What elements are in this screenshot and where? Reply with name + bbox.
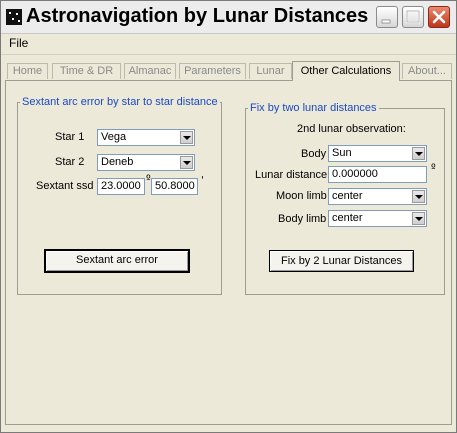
ssd-minutes-input[interactable]: 50.8000: [151, 178, 198, 195]
maximize-icon: [405, 9, 421, 24]
body-value: Sun: [332, 147, 352, 159]
body-label: Body: [301, 148, 327, 160]
menu-file[interactable]: File: [9, 36, 28, 50]
body-limb-label: Body limb: [278, 213, 327, 225]
star2-value: Deneb: [101, 156, 134, 168]
tab-other-calculations[interactable]: Other Calculations: [292, 61, 400, 81]
second-observation-label: 2nd lunar observation:: [297, 123, 406, 135]
tab-parameters[interactable]: Parameters: [179, 63, 246, 79]
star1-label: Star 1: [55, 131, 85, 143]
chevron-down-icon: [412, 190, 425, 203]
chevron-down-icon: [180, 131, 193, 144]
moon-limb-select[interactable]: center: [328, 188, 427, 205]
star2-select[interactable]: Deneb: [97, 154, 195, 171]
minute-symbol: ': [201, 175, 204, 186]
sextant-arc-error-button[interactable]: Sextant arc error: [44, 249, 190, 273]
star1-value: Vega: [101, 131, 127, 143]
star2-label: Star 2: [55, 156, 85, 168]
minimize-button[interactable]: [376, 6, 398, 28]
moon-limb-value: center: [332, 190, 363, 202]
degree-symbol: º: [146, 174, 151, 185]
app-window: Astronavigation by Lunar Distances File …: [0, 0, 457, 433]
tab-strip: Home Time & DR Almanac Parameters Lunar …: [1, 61, 456, 81]
tab-about[interactable]: About...: [402, 63, 452, 79]
window-title: Astronavigation by Lunar Distances: [26, 5, 369, 27]
sextant-ssd-label: Sextant ssd: [36, 180, 94, 192]
tab-almanac[interactable]: Almanac: [124, 63, 176, 79]
maximize-button[interactable]: [402, 6, 424, 28]
fix-group-legend: Fix by two lunar distances: [250, 102, 377, 114]
other-calculations-panel: Sextant arc error by star to star distan…: [5, 80, 452, 425]
chevron-down-icon: [412, 147, 425, 160]
minimize-icon: [381, 19, 391, 24]
menu-bar: File: [1, 34, 456, 55]
moon-limb-label: Moon limb: [276, 190, 327, 202]
close-button[interactable]: [428, 6, 450, 28]
chevron-down-icon: [412, 212, 425, 225]
body-limb-value: center: [332, 212, 363, 224]
body-limb-select[interactable]: center: [328, 210, 427, 227]
app-icon: [6, 9, 22, 25]
sextant-group-legend: Sextant arc error by star to star distan…: [22, 96, 218, 108]
tab-lunar[interactable]: Lunar: [249, 63, 292, 79]
degree-symbol: º: [431, 163, 436, 174]
body-select[interactable]: Sun: [328, 145, 427, 162]
title-bar[interactable]: Astronavigation by Lunar Distances: [1, 1, 456, 34]
ssd-degrees-input[interactable]: 23.0000: [97, 178, 145, 195]
tab-home[interactable]: Home: [7, 63, 48, 79]
chevron-down-icon: [180, 156, 193, 169]
lunar-distance-label: Lunar distance: [255, 169, 328, 181]
close-icon: [432, 10, 446, 24]
fix-by-two-lunars-button[interactable]: Fix by 2 Lunar Distances: [269, 250, 414, 272]
lunar-distance-input[interactable]: 0.000000: [328, 166, 427, 183]
star1-select[interactable]: Vega: [97, 129, 195, 146]
tab-time-dr[interactable]: Time & DR: [52, 63, 121, 79]
